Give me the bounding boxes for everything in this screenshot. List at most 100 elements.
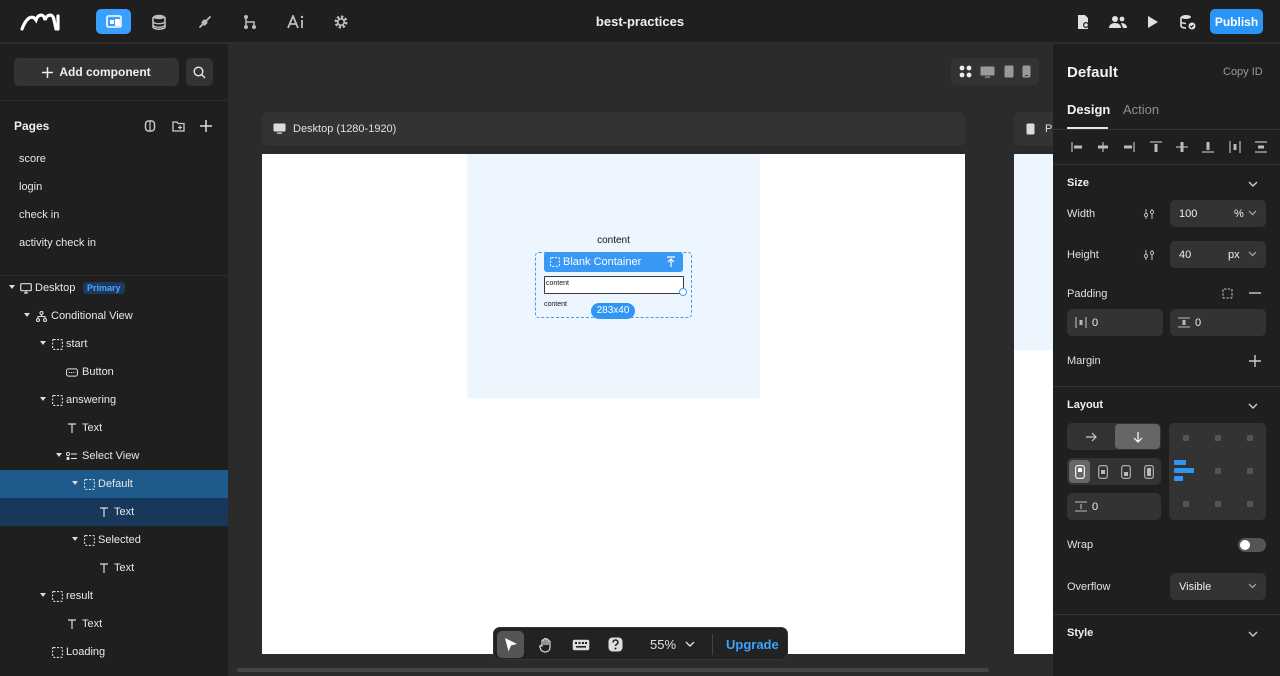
- select-parent-arrow-icon[interactable]: [666, 256, 676, 268]
- tab-action[interactable]: Action: [1123, 102, 1159, 117]
- tree-item-answering[interactable]: answering: [0, 386, 228, 414]
- align-middle-icon[interactable]: [1092, 460, 1113, 483]
- select-pointer-icon[interactable]: [497, 631, 524, 658]
- resize-handle[interactable]: [679, 288, 687, 296]
- padding-vertical-value[interactable]: 0: [1195, 317, 1201, 329]
- page-item-activity-check-in[interactable]: activity check in: [19, 237, 96, 249]
- padding-horizontal-field[interactable]: 0: [1067, 309, 1163, 336]
- zoom-level[interactable]: 55%: [650, 637, 676, 652]
- tree-item-select-view[interactable]: Select View: [0, 442, 228, 470]
- chevron-down-icon[interactable]: [1248, 210, 1257, 216]
- align-end-icon[interactable]: [1115, 460, 1136, 483]
- tree-item-text[interactable]: Text: [0, 498, 228, 526]
- width-value[interactable]: 100: [1179, 208, 1197, 220]
- chevron-down-icon[interactable]: [1247, 178, 1259, 190]
- wrap-toggle[interactable]: [1238, 538, 1266, 552]
- desktop-frame[interactable]: content Blank Container content content …: [262, 154, 965, 654]
- remove-icon[interactable]: [1248, 286, 1262, 300]
- alignment-indicator[interactable]: [1174, 476, 1183, 481]
- tree-item-default[interactable]: Default: [0, 470, 228, 498]
- grid-dot[interactable]: [1247, 435, 1253, 441]
- tablet-frame-header[interactable]: P: [1014, 112, 1053, 146]
- tree-item-selected[interactable]: Selected: [0, 526, 228, 554]
- hand-pan-icon[interactable]: [532, 631, 559, 658]
- page-item-login[interactable]: login: [19, 181, 42, 193]
- gap-field[interactable]: 0: [1067, 493, 1161, 520]
- tree-item-text[interactable]: Text: [0, 554, 228, 582]
- gap-value[interactable]: 0: [1092, 501, 1098, 513]
- distribute-horizontal-icon[interactable]: [1227, 141, 1243, 153]
- add-component-button[interactable]: Add component: [14, 58, 179, 86]
- grid-dot[interactable]: [1215, 501, 1221, 507]
- grid-dot[interactable]: [1247, 501, 1253, 507]
- app-logo-icon[interactable]: [20, 10, 64, 32]
- grid-dot[interactable]: [1183, 501, 1189, 507]
- overflow-value[interactable]: Visible: [1179, 581, 1211, 593]
- overflow-select[interactable]: Visible: [1170, 573, 1266, 600]
- copy-id-button[interactable]: Copy ID: [1223, 66, 1263, 78]
- align-start-icon[interactable]: [1069, 460, 1090, 483]
- align-right-icon[interactable]: [1121, 141, 1137, 153]
- chevron-down-icon[interactable]: [1248, 251, 1257, 257]
- height-field[interactable]: 40 px: [1170, 241, 1266, 268]
- distribute-vertical-icon[interactable]: [1253, 141, 1269, 153]
- add-page-icon[interactable]: [198, 118, 214, 134]
- padding-individual-icon[interactable]: [1220, 286, 1234, 300]
- tablet-frame[interactable]: [1014, 154, 1053, 654]
- width-field[interactable]: 100 %: [1170, 200, 1266, 227]
- content-text[interactable]: content: [467, 235, 760, 246]
- help-icon[interactable]: [602, 631, 629, 658]
- align-left-icon[interactable]: [1069, 141, 1085, 153]
- add-margin-icon[interactable]: [1248, 354, 1262, 368]
- selection-tag[interactable]: Blank Container: [544, 252, 683, 272]
- padding-horizontal-value[interactable]: 0: [1092, 317, 1098, 329]
- keyboard-shortcuts-icon[interactable]: [567, 631, 594, 658]
- add-folder-icon[interactable]: [170, 118, 186, 134]
- align-center-horizontal-icon[interactable]: [1095, 141, 1111, 153]
- grid-dot[interactable]: [1215, 468, 1221, 474]
- caret-down-icon[interactable]: [72, 481, 78, 485]
- caret-down-icon[interactable]: [24, 313, 30, 317]
- grid-dot[interactable]: [1183, 435, 1189, 441]
- height-value[interactable]: 40: [1179, 249, 1191, 261]
- tree-item-conditional-view[interactable]: Conditional View: [0, 302, 228, 330]
- chevron-down-icon[interactable]: [685, 641, 695, 648]
- grid-dot[interactable]: [1247, 468, 1253, 474]
- tree-item-desktop[interactable]: Desktop Primary: [0, 274, 228, 302]
- tab-design[interactable]: Design: [1067, 102, 1110, 117]
- caret-down-icon[interactable]: [40, 593, 46, 597]
- database-icon[interactable]: [141, 9, 176, 34]
- settings-gear-icon[interactable]: [323, 9, 358, 34]
- align-stretch-icon[interactable]: [1138, 460, 1159, 483]
- selected-default-container[interactable]: content: [544, 276, 684, 294]
- page-templates-icon[interactable]: [142, 118, 158, 134]
- caret-down-icon[interactable]: [40, 341, 46, 345]
- search-button[interactable]: [186, 58, 213, 86]
- caret-down-icon[interactable]: [9, 285, 15, 289]
- design-mode-icon[interactable]: [96, 9, 131, 34]
- publish-button[interactable]: Publish: [1210, 9, 1263, 34]
- upgrade-link[interactable]: Upgrade: [726, 637, 779, 652]
- tablet-device-icon[interactable]: [1004, 65, 1014, 78]
- align-center-vertical-icon[interactable]: [1174, 141, 1190, 153]
- direction-horizontal-icon[interactable]: [1068, 424, 1113, 449]
- database-check-icon[interactable]: [1170, 9, 1205, 34]
- padding-vertical-field[interactable]: 0: [1170, 309, 1266, 336]
- editor-canvas[interactable]: Desktop (1280-1920) P content Blank Cont…: [228, 44, 1053, 676]
- page-content-area[interactable]: content Blank Container content content …: [467, 154, 760, 398]
- alignment-indicator[interactable]: [1174, 460, 1186, 465]
- content-text[interactable]: content: [544, 301, 567, 308]
- caret-down-icon[interactable]: [72, 537, 78, 541]
- desktop-device-icon[interactable]: [980, 66, 995, 78]
- mobile-device-icon[interactable]: [1022, 65, 1031, 78]
- preview-play-icon[interactable]: [1135, 9, 1170, 34]
- tree-item-button[interactable]: Button: [0, 358, 228, 386]
- chevron-down-icon[interactable]: [1247, 400, 1259, 412]
- tree-item-result[interactable]: result: [0, 582, 228, 610]
- page-item-score[interactable]: score: [19, 153, 46, 165]
- horizontal-scrollbar[interactable]: [237, 668, 989, 672]
- page-item-check-in[interactable]: check in: [19, 209, 59, 221]
- size-mode-icon[interactable]: [1142, 207, 1156, 221]
- chevron-down-icon[interactable]: [1247, 628, 1259, 640]
- plugin-icon[interactable]: [187, 9, 222, 34]
